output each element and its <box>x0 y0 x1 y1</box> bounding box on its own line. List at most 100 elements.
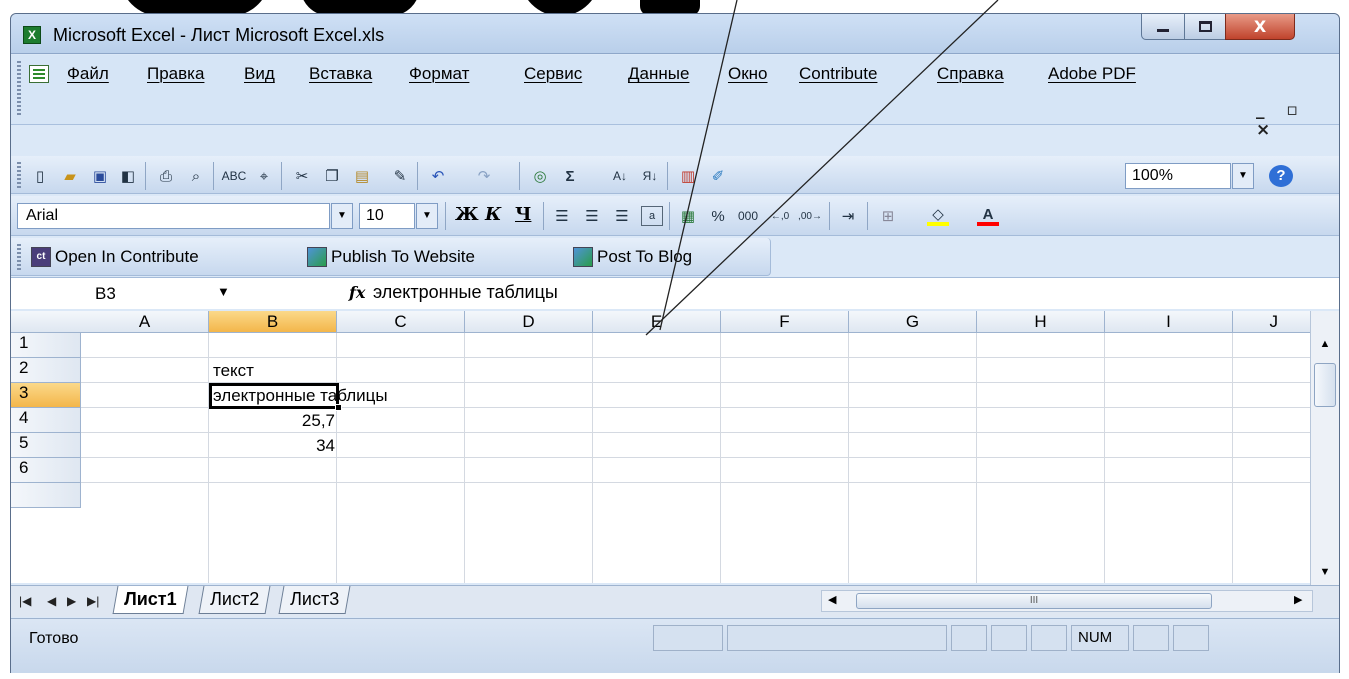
workbook-icon[interactable] <box>29 65 49 83</box>
chart-wizard-icon[interactable]: ▥ <box>677 166 699 186</box>
autosum-icon[interactable]: Σ <box>559 166 581 186</box>
post-to-blog-button[interactable]: Post To Blog <box>573 247 692 267</box>
drawing-icon[interactable]: ✐ <box>707 166 729 186</box>
indent-icon[interactable]: ⇥ <box>837 206 859 226</box>
column-header-f[interactable]: F <box>721 311 849 333</box>
font-select[interactable]: Arial <box>17 203 330 229</box>
menu-data[interactable]: Данные <box>628 64 689 84</box>
zoom-select[interactable]: 100% <box>1125 163 1231 189</box>
formula-input[interactable]: электронные таблицы <box>373 282 558 303</box>
increase-decimal-icon[interactable]: ←,0 <box>769 206 791 226</box>
first-sheet-icon[interactable]: |◀ <box>19 594 31 608</box>
menu-window[interactable]: Окно <box>728 64 768 84</box>
sheet-tab-3[interactable]: Лист3 <box>278 586 351 614</box>
align-center-icon[interactable]: ☰ <box>581 206 603 226</box>
merge-center-icon[interactable]: a <box>641 206 663 226</box>
row-header-4[interactable]: 4 <box>11 408 81 433</box>
thousands-button[interactable]: 000 <box>733 206 763 226</box>
scroll-right-icon[interactable]: ▶ <box>1294 593 1302 606</box>
row-header-1[interactable]: 1 <box>11 333 81 358</box>
decrease-decimal-icon[interactable]: ,00→ <box>798 206 822 226</box>
prev-sheet-icon[interactable]: ◀ <box>47 594 56 608</box>
publish-to-website-button[interactable]: Publish To Website <box>307 247 475 267</box>
align-left-icon[interactable]: ☰ <box>551 206 573 226</box>
column-header-b[interactable]: B <box>209 311 337 333</box>
column-header-h[interactable]: H <box>977 311 1105 333</box>
column-header-c[interactable]: C <box>337 311 465 333</box>
column-header-e[interactable]: E <box>593 311 721 333</box>
paste-icon[interactable]: ▤ <box>351 166 373 186</box>
research-icon[interactable]: ⌖ <box>253 166 275 186</box>
underline-button[interactable]: Ч <box>515 204 531 225</box>
italic-button[interactable]: К <box>485 204 501 225</box>
fill-handle[interactable] <box>335 404 342 411</box>
menu-format[interactable]: Формат <box>409 64 469 84</box>
borders-icon[interactable]: ⊞ <box>877 206 899 226</box>
row-header-6[interactable]: 6 <box>11 458 81 483</box>
scroll-up-icon[interactable]: ▲ <box>1311 333 1339 355</box>
currency-icon[interactable]: ▦ <box>677 206 699 226</box>
spelling-icon[interactable]: ABC <box>222 166 247 186</box>
scroll-down-icon[interactable]: ▼ <box>1311 561 1339 583</box>
menu-insert[interactable]: Вставка <box>309 64 372 84</box>
menubar-grip[interactable] <box>17 61 21 117</box>
redo-icon[interactable]: ↷ <box>473 166 495 186</box>
insert-function-icon[interactable]: fx <box>349 283 365 302</box>
sort-ascending-icon[interactable]: A↓ <box>609 166 631 186</box>
sheet-tab-1[interactable]: Лист1 <box>112 586 189 614</box>
print-icon[interactable]: ⎙ <box>155 166 177 186</box>
new-icon[interactable]: ▯ <box>29 166 51 186</box>
toolbar-grip[interactable] <box>17 244 21 270</box>
chevron-down-icon[interactable]: ▼ <box>331 203 353 229</box>
font-size-select[interactable]: 10 <box>359 203 415 229</box>
document-window-controls[interactable]: _ ▫ × <box>1256 100 1339 140</box>
row-header-7[interactable] <box>11 483 81 508</box>
chevron-down-icon[interactable]: ▼ <box>217 284 230 299</box>
help-icon[interactable]: ? <box>1269 165 1293 187</box>
undo-icon[interactable]: ↶ <box>427 166 449 186</box>
column-header-a[interactable]: A <box>81 311 209 333</box>
toolbar-grip[interactable] <box>17 162 21 188</box>
scrollbar-thumb[interactable]: III <box>856 593 1212 609</box>
select-all-corner[interactable] <box>11 311 82 333</box>
excel-icon[interactable]: X <box>23 26 41 44</box>
horizontal-scrollbar[interactable]: ◀ III ▶ <box>821 590 1313 612</box>
column-header-i[interactable]: I <box>1105 311 1233 333</box>
scrollbar-thumb[interactable] <box>1314 363 1336 407</box>
spreadsheet-grid[interactable]: A B C D E F G H I J 1 2 3 4 5 6 текст эл… <box>11 311 1310 583</box>
menu-help[interactable]: Справка <box>937 64 1004 84</box>
menu-file[interactable]: Файл <box>67 64 109 84</box>
font-color-icon[interactable]: A <box>977 206 999 226</box>
hyperlink-icon[interactable]: ◎ <box>529 166 551 186</box>
open-in-contribute-button[interactable]: ct Open In Contribute <box>31 247 199 267</box>
row-header-3[interactable]: 3 <box>11 383 81 408</box>
sheet-tab-2[interactable]: Лист2 <box>198 586 271 614</box>
save-icon[interactable]: ▣ <box>89 166 111 186</box>
menu-contribute[interactable]: Contribute <box>799 64 877 84</box>
cell-b5[interactable]: 34 <box>209 436 335 456</box>
percent-button[interactable]: % <box>707 206 729 226</box>
next-sheet-icon[interactable]: ▶ <box>67 594 76 608</box>
menu-edit[interactable]: Правка <box>147 64 204 84</box>
column-header-d[interactable]: D <box>465 311 593 333</box>
cell-b4[interactable]: 25,7 <box>209 411 335 431</box>
format-painter-icon[interactable]: ✎ <box>389 166 411 186</box>
column-header-g[interactable]: G <box>849 311 977 333</box>
print-preview-icon[interactable]: ⌕ <box>185 166 207 186</box>
row-header-2[interactable]: 2 <box>11 358 81 383</box>
menu-tools[interactable]: Сервис <box>524 64 582 84</box>
row-header-5[interactable]: 5 <box>11 433 81 458</box>
open-icon[interactable]: ▰ <box>59 166 81 186</box>
name-box[interactable]: B3 <box>11 280 246 308</box>
close-button[interactable]: X <box>1225 14 1295 40</box>
menu-view[interactable]: Вид <box>244 64 275 84</box>
cell-b2[interactable]: текст <box>213 361 254 381</box>
chevron-down-icon[interactable]: ▼ <box>416 203 438 229</box>
column-header-j[interactable]: J <box>1233 311 1310 333</box>
last-sheet-icon[interactable]: ▶| <box>87 594 99 608</box>
align-right-icon[interactable]: ☰ <box>611 206 633 226</box>
sort-descending-icon[interactable]: Я↓ <box>639 166 661 186</box>
bold-button[interactable]: Ж <box>455 204 479 225</box>
minimize-button[interactable] <box>1141 14 1185 40</box>
cut-icon[interactable]: ✂ <box>291 166 313 186</box>
